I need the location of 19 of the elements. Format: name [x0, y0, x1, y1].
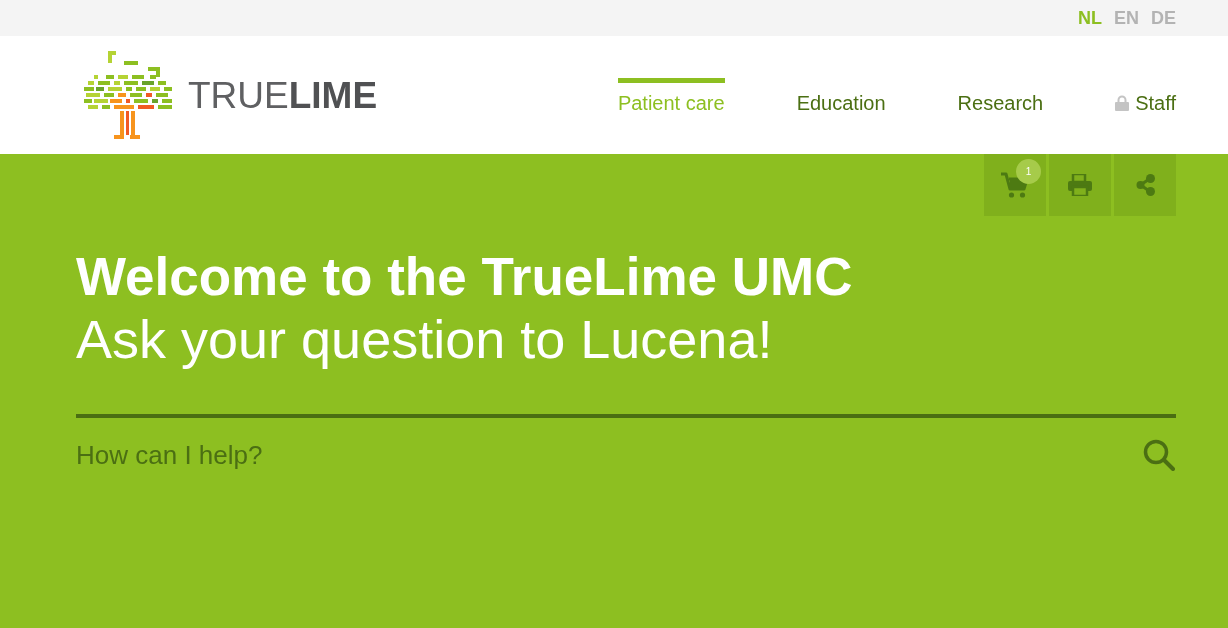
hero-subtitle: Ask your question to Lucena! [76, 308, 774, 370]
nav-tab[interactable]: Education [796, 78, 886, 115]
print-button[interactable] [1049, 154, 1111, 216]
nav-tab[interactable]: Staff [1115, 78, 1176, 115]
logo-text: TRUELIME [188, 76, 378, 114]
cart-button[interactable]: 1 [984, 154, 1046, 216]
nav-tab[interactable]: Research [957, 78, 1044, 115]
printer-icon [1068, 174, 1092, 196]
share-icon [1135, 174, 1155, 196]
nav-tab[interactable]: Patient care [617, 78, 725, 115]
hero-title: Welcome to the TrueLime UMC [76, 246, 854, 308]
share-button[interactable] [1114, 154, 1176, 216]
language-link[interactable]: NL [1077, 4, 1102, 32]
search-icon [1143, 439, 1175, 471]
cart-count-badge: 1 [1016, 159, 1041, 184]
search-field[interactable]: How can I help? [76, 430, 1142, 480]
language-link[interactable]: DE [1151, 4, 1176, 32]
language-link[interactable]: EN [1113, 4, 1139, 32]
search-button[interactable] [1142, 438, 1176, 472]
